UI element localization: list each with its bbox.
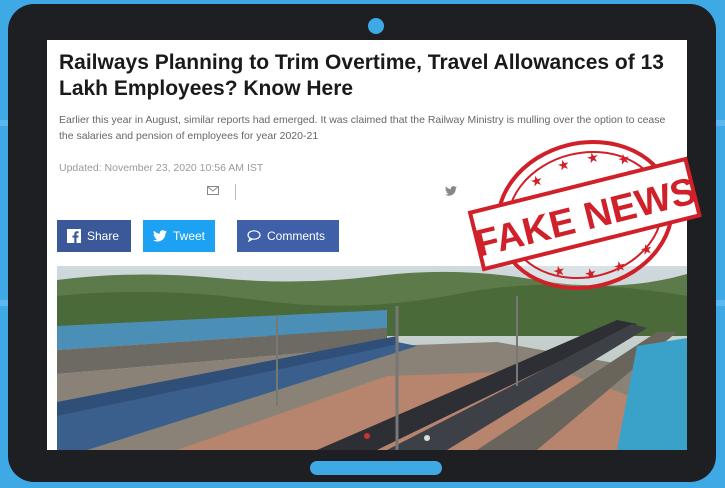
tweet-label: Tweet <box>172 229 205 243</box>
share-label: Share <box>87 229 120 243</box>
share-divider <box>235 184 236 200</box>
twitter-icon[interactable] <box>445 186 457 196</box>
mail-icon[interactable] <box>207 186 219 195</box>
tweet-button[interactable]: Tweet <box>143 220 215 252</box>
comment-icon <box>247 230 261 242</box>
article-headline: Railways Planning to Trim Overtime, Trav… <box>59 51 664 100</box>
updated-timestamp: Updated: November 23, 2020 10:56 AM IST <box>59 162 264 174</box>
home-bar <box>310 461 442 475</box>
twitter-icon <box>153 230 167 242</box>
comments-label: Comments <box>267 229 326 243</box>
camera-dot <box>368 18 384 34</box>
share-button[interactable]: Share <box>57 220 131 252</box>
facebook-icon <box>67 229 81 243</box>
comments-button[interactable]: Comments <box>237 220 339 252</box>
